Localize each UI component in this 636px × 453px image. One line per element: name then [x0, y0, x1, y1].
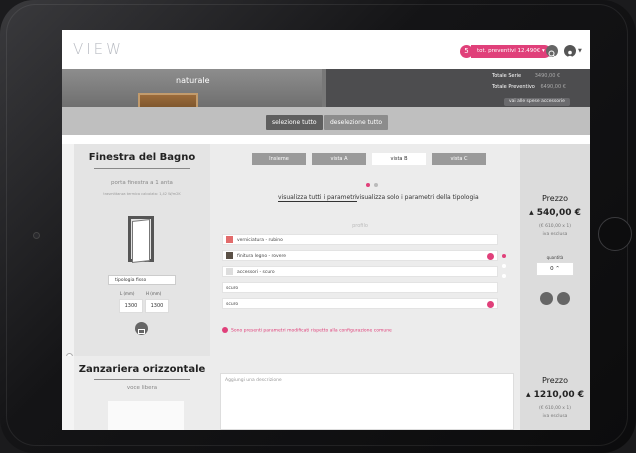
- product-subtitle: voce libera: [126, 385, 158, 391]
- accessories-button[interactable]: vai alle spese accessorie: [504, 98, 570, 106]
- product-config-2: Aggiungi una descrizione: [210, 356, 520, 430]
- param-label: verniciatura - rubino: [237, 238, 283, 243]
- deselect-all-button[interactable]: deselezione tutto: [324, 115, 389, 130]
- series-banner: naturale Totale Serie 3490,00 € Totale P…: [62, 69, 590, 117]
- price-value: ▴ 1210,00 €: [525, 390, 585, 400]
- tablet-frame: VIEW 5 tot. preventivi 12.490€ ▾ ▼ natur…: [0, 0, 636, 453]
- view-typology-params-link[interactable]: visualizza solo i parametri della tipolo…: [356, 194, 479, 201]
- tab-vista-a[interactable]: vista A: [312, 153, 366, 165]
- tab-vista-c[interactable]: vista C: [432, 153, 486, 165]
- warning-icon: [222, 327, 228, 333]
- search-icon[interactable]: [546, 45, 558, 58]
- width-input[interactable]: 1300: [119, 299, 143, 313]
- price-label: Prezzo: [541, 194, 568, 203]
- totals-panel: Totale Serie 3490,00 € Totale Preventivo…: [326, 69, 590, 107]
- warning-message: Sono presenti parametri modificati rispe…: [222, 327, 392, 334]
- price-detail: (€ 610,00 x 1): [539, 406, 571, 411]
- param-label: scuro: [226, 302, 239, 307]
- total-quote-label: Totale Preventivo: [492, 84, 535, 90]
- selection-bar: selezione tutto deselezione tutto: [62, 107, 590, 135]
- product-title: Zanzariera orizzontale: [78, 364, 206, 375]
- warning-icon[interactable]: [487, 253, 494, 260]
- product-subtitle: porta finestra a 1 anta: [111, 180, 173, 186]
- quantity-stepper[interactable]: 0 ⌃: [536, 262, 574, 276]
- param-row[interactable]: scuro: [222, 298, 498, 309]
- total-series-value: 3490,00 €: [534, 73, 561, 79]
- total-quote-row: Totale Preventivo 6490,00 €: [492, 84, 566, 90]
- app-logo[interactable]: VIEW: [73, 40, 124, 58]
- description-textarea[interactable]: Aggiungi una descrizione: [220, 373, 514, 430]
- product-row-1: Finestra del Bagno porta finestra a 1 an…: [62, 144, 590, 360]
- product-info-1: Finestra del Bagno porta finestra a 1 an…: [74, 144, 210, 356]
- pager-dot[interactable]: [374, 183, 378, 187]
- total-series-row: Totale Serie 3490,00 €: [492, 73, 560, 79]
- color-swatch: [226, 268, 233, 275]
- param-row[interactable]: scuro: [222, 282, 498, 293]
- vat-note: iva esclusa: [542, 232, 568, 237]
- lock-icon[interactable]: [135, 322, 148, 335]
- finish-preview: naturale: [62, 69, 322, 117]
- camera-icon: [33, 232, 40, 239]
- tab-insieme[interactable]: Insieme: [252, 153, 306, 165]
- tab-vista-b[interactable]: vista B: [372, 153, 426, 165]
- view-all-params-link[interactable]: visualizza tutti i parametri: [278, 194, 357, 202]
- quantity-label: quantità: [546, 255, 564, 260]
- pager-dot[interactable]: [502, 264, 506, 268]
- height-input[interactable]: 1300: [145, 299, 169, 313]
- price-label: Prezzo: [541, 376, 568, 385]
- door-leaf-icon: [132, 219, 150, 263]
- delete-icon[interactable]: [540, 292, 553, 305]
- warning-icon[interactable]: [487, 301, 494, 308]
- typology-select[interactable]: tipologia fisso: [108, 275, 176, 285]
- product-title: Finestra del Bagno: [88, 152, 196, 163]
- total-quote-value: 6490,00 €: [540, 84, 566, 90]
- pager-dot-active[interactable]: [502, 254, 506, 258]
- screen: VIEW 5 tot. preventivi 12.490€ ▾ ▼ natur…: [62, 30, 590, 430]
- price-panel-2: Prezzo ▴ 1210,00 € (€ 610,00 x 1) iva es…: [520, 356, 590, 430]
- vat-note: iva esclusa: [542, 414, 568, 419]
- top-bar: VIEW 5 tot. preventivi 12.490€ ▾ ▼: [62, 30, 590, 69]
- chevron-down-icon[interactable]: ▼: [578, 48, 582, 54]
- price-panel-1: Prezzo ▴ 540,00 € (€ 610,00 x 1) iva esc…: [520, 144, 590, 356]
- param-row[interactable]: accessori - scuro: [222, 266, 498, 277]
- width-label: L (mm): [120, 291, 135, 296]
- price-detail: (€ 610,00 x 1): [539, 224, 571, 229]
- pager-dot-active[interactable]: [366, 183, 370, 187]
- height-label: H (mm): [146, 291, 162, 296]
- color-swatch: [226, 252, 233, 259]
- warning-text: Sono presenti parametri modificati rispe…: [231, 328, 392, 334]
- title-divider: [94, 168, 190, 169]
- param-label: accessori - scuro: [237, 270, 275, 275]
- product-row-2: Zanzariera orizzontale voce libera Aggiu…: [62, 356, 590, 430]
- pager-dot[interactable]: [502, 274, 506, 278]
- param-label: finitura legno - rovere: [237, 254, 287, 259]
- product-image: [108, 401, 184, 430]
- copy-icon[interactable]: [557, 292, 570, 305]
- finish-name: naturale: [176, 76, 210, 85]
- product-note: trasmittanza termica calcolata: 1,42 W/m…: [103, 192, 181, 196]
- home-button[interactable]: [598, 217, 632, 251]
- quotes-total-dropdown[interactable]: tot. preventivi 12.490€ ▾: [471, 45, 551, 58]
- product-info-2: Zanzariera orizzontale voce libera: [74, 356, 210, 430]
- user-icon[interactable]: [564, 45, 576, 58]
- param-row[interactable]: verniciatura - rubino: [222, 234, 498, 245]
- product-config-1: Insieme vista A vista B vista C visualiz…: [210, 144, 520, 356]
- param-label: scuro: [226, 286, 239, 291]
- select-all-button[interactable]: selezione tutto: [266, 115, 323, 130]
- color-swatch: [226, 236, 233, 243]
- param-row[interactable]: finitura legno - rovere: [222, 250, 498, 261]
- price-value: ▴ 540,00 €: [529, 208, 581, 218]
- title-divider: [94, 379, 190, 380]
- profile-label: profilo: [352, 223, 368, 229]
- total-series-label: Totale Serie: [492, 73, 522, 79]
